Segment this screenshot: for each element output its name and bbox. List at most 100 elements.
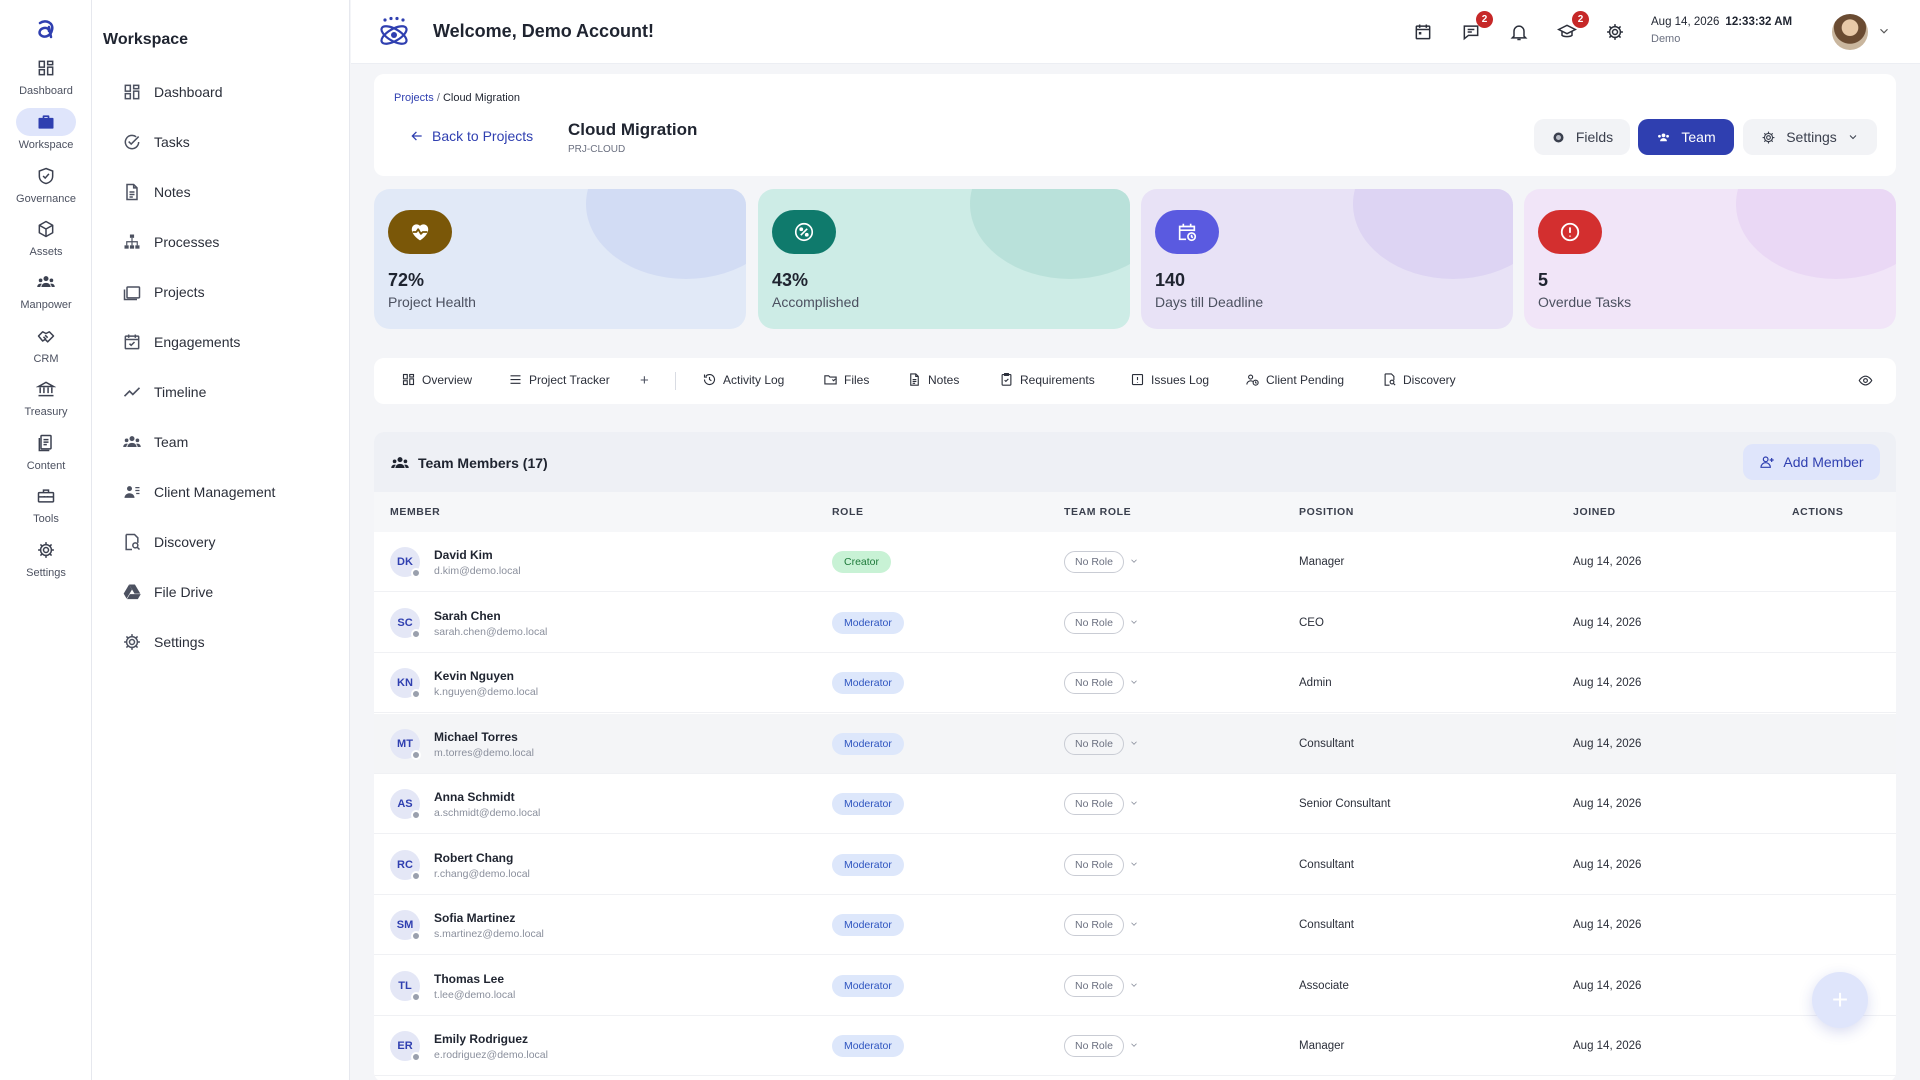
brand-atom-icon[interactable] bbox=[377, 16, 411, 50]
chevron-down-icon[interactable] bbox=[1129, 617, 1139, 627]
chevron-down-icon bbox=[1847, 131, 1859, 143]
status-dot bbox=[411, 931, 421, 941]
team-role-select[interactable]: No Role bbox=[1064, 974, 1124, 997]
col-member[interactable]: MEMBER bbox=[390, 506, 440, 518]
bank-icon bbox=[36, 379, 56, 399]
breadcrumb-projects-link[interactable]: Projects bbox=[394, 92, 434, 104]
tab-requirements[interactable]: Requirements bbox=[999, 372, 1095, 387]
sidebar-item-client-management[interactable]: Client Management bbox=[92, 472, 350, 512]
fab-add-button[interactable]: + bbox=[1812, 972, 1868, 1028]
chevron-down-icon[interactable] bbox=[1129, 738, 1139, 748]
sidebar-item-dashboard[interactable]: Dashboard bbox=[92, 72, 350, 112]
col-team-role[interactable]: TEAM ROLE bbox=[1064, 506, 1131, 518]
rail-item-crm[interactable]: CRM bbox=[0, 322, 92, 365]
member-initials: AS bbox=[397, 798, 413, 810]
member-avatar: KN bbox=[390, 668, 421, 699]
sidebar-item-team[interactable]: Team bbox=[92, 422, 350, 462]
table-row[interactable]: AS Anna Schmidt a.schmidt@demo.local Mod… bbox=[374, 774, 1896, 834]
tab-overview[interactable]: Overview bbox=[401, 372, 472, 387]
notifications-button[interactable] bbox=[1507, 20, 1531, 44]
grid-icon bbox=[122, 82, 142, 102]
member-joined: Aug 14, 2026 bbox=[1573, 798, 1642, 810]
rail-item-content[interactable]: Content bbox=[0, 429, 92, 472]
team-role-select[interactable]: No Role bbox=[1064, 793, 1124, 815]
team-button[interactable]: Team bbox=[1638, 119, 1734, 155]
sidebar-item-projects[interactable]: Projects bbox=[92, 272, 350, 312]
tab-project-tracker[interactable]: Project Tracker bbox=[508, 372, 610, 387]
sidebar-item-settings[interactable]: Settings bbox=[92, 622, 350, 662]
member-email: d.kim@demo.local bbox=[434, 565, 521, 577]
sidebar-item-file-drive[interactable]: File Drive bbox=[92, 572, 350, 612]
user-avatar[interactable] bbox=[1832, 14, 1868, 50]
sidebar-item-tasks[interactable]: Tasks bbox=[92, 122, 350, 162]
sidebar-item-timeline[interactable]: Timeline bbox=[92, 372, 350, 412]
kpi-card-accomplished: 43% Accomplished bbox=[758, 189, 1130, 329]
add-tab-button[interactable]: + bbox=[640, 372, 649, 389]
rail-item-tools[interactable]: Tools bbox=[0, 482, 92, 525]
team-role-select[interactable]: No Role bbox=[1064, 1035, 1124, 1057]
team-role-select[interactable]: No Role bbox=[1064, 914, 1124, 936]
tab-files[interactable]: Files bbox=[823, 372, 869, 387]
rail-item-settings[interactable]: Settings bbox=[0, 536, 92, 579]
sidebar-item-processes[interactable]: Processes bbox=[92, 222, 350, 262]
tab-label: Client Pending bbox=[1266, 372, 1345, 387]
member-avatar: SM bbox=[390, 910, 421, 941]
calendar-button[interactable] bbox=[1411, 20, 1435, 44]
current-time: 12:33:32 AM bbox=[1725, 16, 1793, 28]
table-row[interactable]: TL Thomas Lee t.lee@demo.local Moderator… bbox=[374, 956, 1896, 1016]
team-role-select[interactable]: No Role bbox=[1064, 853, 1124, 876]
team-role-select[interactable]: No Role bbox=[1064, 732, 1124, 755]
sidebar-item-discovery[interactable]: Discovery bbox=[92, 522, 350, 562]
team-role-select[interactable]: No Role bbox=[1064, 672, 1124, 694]
col-joined[interactable]: JOINED bbox=[1573, 506, 1616, 518]
tab-label: Project Tracker bbox=[529, 372, 610, 387]
tab-label: Activity Log bbox=[723, 372, 785, 387]
rail-item-dashboard[interactable]: Dashboard bbox=[0, 54, 92, 97]
sidebar-item-label: Team bbox=[154, 434, 189, 450]
table-row[interactable]: RC Robert Chang r.chang@demo.local Moder… bbox=[374, 835, 1896, 895]
note-icon bbox=[907, 372, 922, 387]
team-role-select[interactable]: No Role bbox=[1064, 611, 1124, 634]
back-to-projects-link[interactable]: Back to Projects bbox=[410, 128, 533, 144]
chevron-down-icon[interactable] bbox=[1129, 980, 1139, 990]
project-settings-button[interactable]: Settings bbox=[1743, 119, 1877, 155]
table-row[interactable]: SM Sofia Martinez s.martinez@demo.local … bbox=[374, 895, 1896, 955]
table-row[interactable]: KN Kevin Nguyen k.nguyen@demo.local Mode… bbox=[374, 653, 1896, 713]
rail-item-workspace[interactable]: Workspace bbox=[0, 108, 92, 151]
app-logo[interactable] bbox=[27, 10, 65, 50]
courses-button[interactable]: 2 bbox=[1555, 11, 1589, 44]
add-member-label: Add Member bbox=[1783, 454, 1864, 470]
table-row[interactable]: SC Sarah Chen sarah.chen@demo.local Mode… bbox=[374, 593, 1896, 653]
rail-item-assets[interactable]: Assets bbox=[0, 215, 92, 258]
settings-button[interactable] bbox=[1603, 20, 1627, 44]
fields-button[interactable]: Fields bbox=[1534, 119, 1630, 155]
rail-item-governance[interactable]: Governance bbox=[0, 162, 92, 205]
rail-item-treasury[interactable]: Treasury bbox=[0, 375, 92, 418]
chevron-down-icon[interactable] bbox=[1129, 859, 1139, 869]
toggle-visibility-button[interactable] bbox=[1858, 373, 1873, 388]
tab-client-pending[interactable]: Client Pending bbox=[1245, 372, 1344, 387]
chevron-down-icon[interactable] bbox=[1129, 798, 1139, 808]
table-row[interactable]: MT Michael Torres m.torres@demo.local Mo… bbox=[374, 713, 1896, 774]
col-role[interactable]: ROLE bbox=[832, 506, 864, 518]
sidebar-item-engagements[interactable]: Engagements bbox=[92, 322, 350, 362]
kpi-icon-wrap bbox=[1538, 210, 1602, 254]
messages-button[interactable]: 2 bbox=[1459, 11, 1493, 44]
chevron-down-icon[interactable] bbox=[1129, 919, 1139, 929]
tab-discovery[interactable]: Discovery bbox=[1382, 372, 1456, 387]
user-menu-chevron-down-icon[interactable] bbox=[1877, 24, 1891, 38]
rail-item-manpower[interactable]: Manpower bbox=[0, 268, 92, 311]
table-row[interactable]: DK David Kim d.kim@demo.local Creator No… bbox=[374, 532, 1896, 592]
chevron-down-icon[interactable] bbox=[1129, 1040, 1139, 1050]
team-role-select[interactable]: No Role bbox=[1064, 551, 1124, 573]
add-member-button[interactable]: Add Member bbox=[1743, 444, 1880, 480]
tab-notes[interactable]: Notes bbox=[907, 372, 959, 387]
table-row[interactable]: ER Emily Rodriguez e.rodriguez@demo.loca… bbox=[374, 1016, 1896, 1076]
sidebar-item-label: Dashboard bbox=[154, 84, 223, 100]
tab-issues-log[interactable]: Issues Log bbox=[1130, 372, 1209, 387]
col-position[interactable]: POSITION bbox=[1299, 506, 1354, 518]
chevron-down-icon[interactable] bbox=[1129, 677, 1139, 687]
sidebar-item-notes[interactable]: Notes bbox=[92, 172, 350, 212]
tab-activity-log[interactable]: Activity Log bbox=[702, 372, 784, 387]
chevron-down-icon[interactable] bbox=[1129, 556, 1139, 566]
